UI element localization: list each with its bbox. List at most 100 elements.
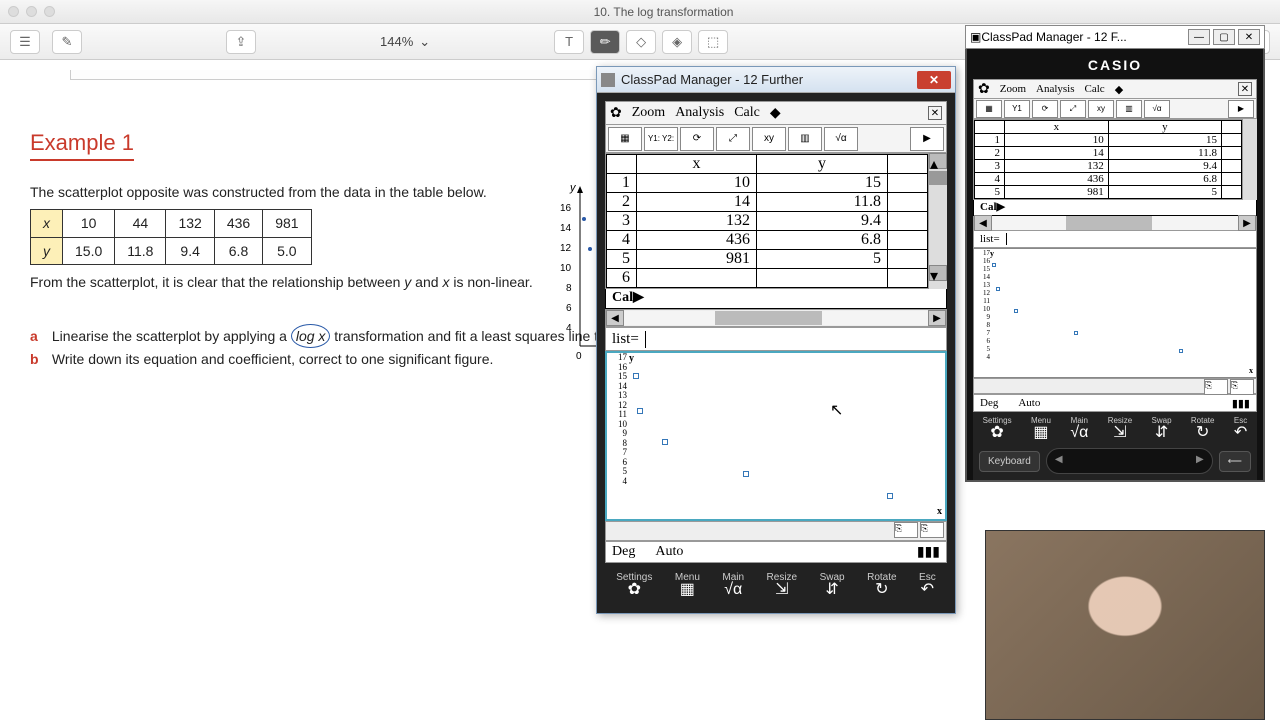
shape-tool-button[interactable]: ◈ bbox=[662, 30, 692, 54]
scatter-plot-panel[interactable]: 1716151413121110987654 y x bbox=[605, 351, 947, 521]
menu-analysis[interactable]: Analysis bbox=[675, 105, 724, 121]
marker-tool-button[interactable]: ✏ bbox=[590, 30, 620, 54]
after-table-text: From the scatterplot, it is clear that t… bbox=[30, 271, 550, 293]
list-input[interactable] bbox=[646, 328, 946, 350]
svg-text:10: 10 bbox=[560, 263, 572, 274]
settings-button[interactable]: Settings✿ bbox=[616, 572, 652, 596]
swap-button[interactable]: Swap⇵ bbox=[820, 572, 845, 596]
refresh-icon[interactable]: ⟳ bbox=[680, 127, 714, 151]
y1y2-icon[interactable]: Y1: Y2: bbox=[644, 127, 678, 151]
play-icon[interactable]: ▶ bbox=[910, 127, 944, 151]
status-bar: Deg Auto ▮▮▮ bbox=[605, 541, 947, 563]
dpad-key[interactable] bbox=[1046, 448, 1213, 474]
classpad-window-large[interactable]: ClassPad Manager - 12 Further ✕ ✿ Zoom A… bbox=[596, 66, 956, 614]
classpad-app-icon bbox=[601, 73, 615, 87]
svg-text:0: 0 bbox=[576, 351, 582, 362]
battery-icon: ▮▮▮ bbox=[917, 544, 940, 561]
status-auto: Auto bbox=[655, 544, 683, 560]
list-label: list= bbox=[606, 331, 646, 348]
edit-button[interactable]: ✎ bbox=[52, 30, 82, 54]
small-copy-bar[interactable]: ⎘⎘ bbox=[973, 378, 1257, 394]
small-list-row[interactable]: list= bbox=[973, 230, 1257, 248]
copy-bar[interactable]: ⎘ ⎘ bbox=[605, 521, 947, 541]
sidebar-toggle-button[interactable]: ☰ bbox=[10, 30, 40, 54]
svg-text:14: 14 bbox=[560, 223, 572, 234]
chevron-down-icon: ⌄ bbox=[419, 34, 430, 50]
sqrt-alpha-icon[interactable]: √α bbox=[824, 127, 858, 151]
menu-diamond-icon[interactable]: ◆ bbox=[770, 105, 781, 122]
maximize-button[interactable]: ▢ bbox=[1213, 29, 1235, 45]
small-bottom-toolbar[interactable]: Settings✿ Menu▦ Main√α Resize⇲ Swap⇵ Rot… bbox=[973, 412, 1257, 442]
menu-zoom[interactable]: Zoom bbox=[632, 105, 665, 121]
back-key[interactable]: ⟵ bbox=[1219, 451, 1251, 472]
horizontal-scrollbar[interactable]: ◀▶ bbox=[605, 309, 947, 327]
gear-icon[interactable]: ✿ bbox=[610, 105, 622, 122]
zoom-value: 144% bbox=[380, 34, 413, 49]
casio-hardware-keys[interactable]: Keyboard ⟵ bbox=[973, 442, 1257, 480]
classpad-title: ClassPad Manager - 12 Further bbox=[621, 72, 917, 87]
xy-icon[interactable]: xy bbox=[752, 127, 786, 151]
main-button[interactable]: Main√α bbox=[722, 572, 744, 596]
small-vscroll[interactable] bbox=[1243, 119, 1257, 200]
svg-text:4: 4 bbox=[566, 323, 572, 334]
esc-button[interactable]: Esc↶ bbox=[919, 572, 936, 596]
cal-row[interactable]: Cal▶ bbox=[605, 289, 947, 309]
classpad-menubar[interactable]: ✿ Zoom Analysis Calc ◆ ✕ bbox=[605, 101, 947, 125]
hist-icon[interactable]: ▥ bbox=[788, 127, 822, 151]
panel-close-icon[interactable]: ✕ bbox=[928, 106, 942, 120]
data-point bbox=[887, 493, 893, 499]
resize-button[interactable]: Resize⇲ bbox=[767, 572, 798, 596]
panel-close-icon[interactable]: ✕ bbox=[1238, 82, 1252, 96]
close-button[interactable]: ✕ bbox=[917, 71, 951, 89]
zoom-control[interactable]: 144% ⌄ bbox=[380, 34, 430, 50]
small-hscroll[interactable]: ◀▶ bbox=[973, 216, 1257, 230]
small-title: ClassPad Manager - 12 F... bbox=[981, 30, 1185, 44]
x-header: x bbox=[31, 210, 63, 237]
small-spreadsheet[interactable]: xy 11015 21411.8 31329.4 44366.8 59815 bbox=[973, 119, 1243, 200]
paste-icon[interactable]: ⎘ bbox=[920, 522, 944, 538]
classpad-window-small[interactable]: ▣ ClassPad Manager - 12 F... — ▢ ✕ CASIO… bbox=[965, 25, 1265, 482]
data-point bbox=[662, 439, 668, 445]
minimize-button[interactable]: — bbox=[1188, 29, 1210, 45]
log-x-circled: log x bbox=[291, 324, 331, 348]
keyboard-key[interactable]: Keyboard bbox=[979, 451, 1040, 472]
eraser-tool-button[interactable]: ◇ bbox=[626, 30, 656, 54]
close-button[interactable]: ✕ bbox=[1238, 29, 1260, 45]
example-heading: Example 1 bbox=[30, 130, 134, 161]
vertical-scrollbar[interactable]: ▴ ▾ bbox=[929, 153, 947, 289]
small-menubar[interactable]: ✿ Zoom Analysis Calc ◆ ✕ bbox=[973, 79, 1257, 99]
data-table: x 10 44 132 436 981 y 15.0 11.8 9.4 6.8 … bbox=[30, 209, 312, 265]
data-point bbox=[743, 471, 749, 477]
menu-button[interactable]: Menu▦ bbox=[675, 572, 700, 596]
small-iconbar[interactable]: ▦Y1 ⟳⤢ xy▥ √α▶ bbox=[973, 99, 1257, 119]
spreadsheet[interactable]: xy 11015 21411.8 31329.4 44366.8 59815 6 bbox=[605, 153, 929, 289]
small-cal[interactable]: Cal▶ bbox=[973, 200, 1257, 216]
small-scatter-plot[interactable]: 1716151413121110987654 y x bbox=[973, 248, 1257, 378]
x-axis-label: x bbox=[937, 506, 942, 517]
rotate-button[interactable]: Rotate↻ bbox=[867, 572, 896, 596]
svg-text:16: 16 bbox=[560, 203, 572, 214]
small-status: Deg Auto ▮▮▮ bbox=[973, 394, 1257, 412]
gear-icon[interactable]: ✿ bbox=[978, 81, 990, 98]
bottom-toolbar[interactable]: Settings✿ Menu▦ Main√α Resize⇲ Swap⇵ Rot… bbox=[605, 563, 947, 605]
text-tool-button[interactable]: T bbox=[554, 30, 584, 54]
copy-icon[interactable]: ⎘ bbox=[894, 522, 918, 538]
window-traffic-lights[interactable] bbox=[8, 6, 55, 17]
svg-text:6: 6 bbox=[566, 303, 572, 314]
mac-titlebar: 10. The log transformation bbox=[0, 0, 1280, 24]
classpad-iconbar[interactable]: ▦ Y1: Y2: ⟳ ⤢ xy ▥ √α ▶ bbox=[605, 125, 947, 153]
crop-tool-button[interactable]: ⬚ bbox=[698, 30, 728, 54]
classpad-titlebar[interactable]: ClassPad Manager - 12 Further ✕ bbox=[597, 67, 955, 93]
menu-calc[interactable]: Calc bbox=[734, 105, 760, 121]
small-titlebar[interactable]: ▣ ClassPad Manager - 12 F... — ▢ ✕ bbox=[965, 25, 1265, 49]
data-point bbox=[633, 373, 639, 379]
share-button[interactable]: ⇪ bbox=[226, 30, 256, 54]
webcam-overlay bbox=[985, 530, 1265, 720]
y-axis-label: y bbox=[629, 353, 634, 364]
table-icon[interactable]: ▦ bbox=[608, 127, 642, 151]
small-list-input[interactable] bbox=[1007, 231, 1256, 247]
task-b-label: b bbox=[30, 348, 48, 370]
task-b-text: Write down its equation and coefficient,… bbox=[52, 351, 494, 367]
list-input-row[interactable]: list= bbox=[605, 327, 947, 351]
fit-icon[interactable]: ⤢ bbox=[716, 127, 750, 151]
